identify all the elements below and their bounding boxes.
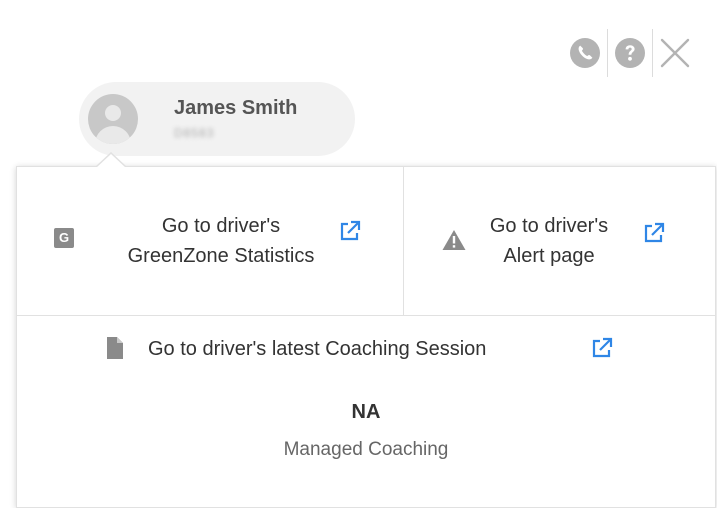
alert-link-line1: Go to driver's xyxy=(489,215,609,237)
avatar xyxy=(88,94,138,144)
alert-link-line2: Alert page xyxy=(503,245,595,267)
help-icon xyxy=(615,38,645,68)
external-link-icon xyxy=(644,222,665,243)
close-icon xyxy=(660,38,690,68)
driver-name: James Smith xyxy=(174,97,298,119)
toolbar xyxy=(563,29,697,77)
phone-button[interactable] xyxy=(563,30,607,76)
alert-link-text: Go to driver's Alert page xyxy=(474,211,624,271)
avatar-body xyxy=(95,126,131,144)
coaching-link-label: Go to driver's latest Coaching Session xyxy=(148,338,487,360)
greenzone-badge-icon: G xyxy=(54,228,74,248)
warning-icon xyxy=(442,230,466,250)
greenzone-link-line1: Go to driver's xyxy=(161,215,281,237)
greenzone-statistics-link[interactable]: G Go to driver's GreenZone Statistics xyxy=(17,167,404,316)
avatar-head xyxy=(105,105,121,121)
driver-links-panel: G Go to driver's GreenZone Statistics Go… xyxy=(16,166,716,508)
driver-chip[interactable]: James Smith D8583 xyxy=(79,82,355,156)
greenzone-link-line2: GreenZone Statistics xyxy=(127,245,315,267)
external-link-icon xyxy=(592,337,613,358)
coaching-session-link[interactable]: Go to driver's latest Coaching Session xyxy=(17,317,715,377)
phone-icon xyxy=(570,38,600,68)
driver-id: D8583 xyxy=(174,126,215,140)
coaching-status-label: Managed Coaching xyxy=(283,439,449,460)
popover-caret-fill xyxy=(96,154,126,168)
close-button[interactable] xyxy=(653,30,697,76)
external-link-icon xyxy=(340,220,361,241)
document-icon xyxy=(107,337,123,359)
coaching-status-value: NA xyxy=(351,401,381,423)
alert-page-link[interactable]: Go to driver's Alert page xyxy=(404,167,715,316)
greenzone-link-text: Go to driver's GreenZone Statistics xyxy=(101,211,341,271)
help-button[interactable] xyxy=(608,30,652,76)
